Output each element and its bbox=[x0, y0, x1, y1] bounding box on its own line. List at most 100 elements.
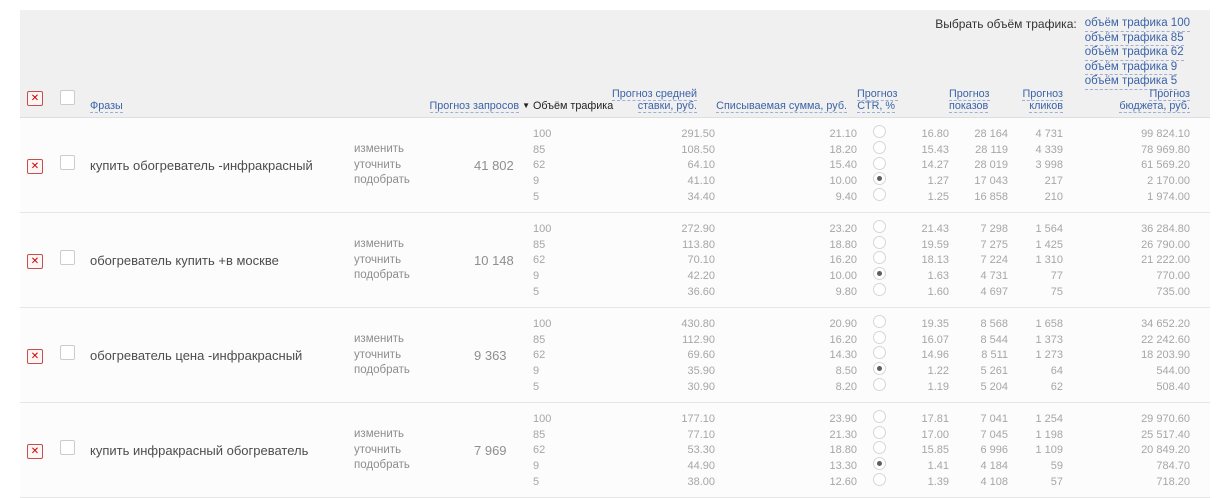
impressions-value: 7 045 bbox=[949, 429, 1008, 441]
writeoff-sum-value: 15.40 bbox=[715, 159, 857, 171]
traffic-volume-option-9[interactable]: объём трафика 9 bbox=[1085, 61, 1178, 76]
select-all-checkbox[interactable] bbox=[60, 90, 75, 105]
writeoff-sum-value: 14.30 bbox=[715, 349, 857, 361]
phrase-checkbox[interactable] bbox=[60, 345, 75, 360]
bid-select-radio[interactable] bbox=[873, 362, 886, 375]
bid-select-radio[interactable] bbox=[873, 457, 886, 470]
bid-select-radio[interactable] bbox=[873, 315, 886, 328]
budget-value: 20 849.20 bbox=[1063, 444, 1210, 456]
budget-value: 1 974.00 bbox=[1063, 191, 1210, 203]
avg-bid-value: 35.90 bbox=[612, 365, 715, 377]
phrase-checkbox[interactable] bbox=[60, 440, 75, 455]
refine-phrase-link[interactable]: уточнить bbox=[354, 443, 474, 459]
column-header-ctr[interactable]: CTR, % bbox=[857, 100, 895, 113]
avg-bid-value: 272.90 bbox=[612, 223, 715, 235]
delete-phrase-icon[interactable]: ✕ bbox=[27, 254, 43, 269]
traffic-volume-option-62[interactable]: объём трафика 62 bbox=[1085, 46, 1184, 61]
impressions-value: 7 275 bbox=[949, 239, 1008, 251]
clicks-value: 1 373 bbox=[1008, 334, 1063, 346]
ctr-value: 14.27 bbox=[901, 159, 949, 171]
avg-bid-value: 70.10 bbox=[612, 254, 715, 266]
writeoff-sum-value: 21.30 bbox=[715, 429, 857, 441]
bid-select-radio[interactable] bbox=[873, 426, 886, 439]
bid-select-radio[interactable] bbox=[873, 378, 886, 391]
traffic-volume-value: 100 bbox=[520, 223, 612, 235]
pick-phrases-link[interactable]: подобрать bbox=[354, 458, 474, 474]
traffic-volume-option-100[interactable]: объём трафика 100 bbox=[1085, 17, 1190, 32]
budget-value: 21 222.00 bbox=[1063, 254, 1210, 266]
bid-select-radio[interactable] bbox=[873, 283, 886, 296]
column-header-phrases[interactable]: Фразы bbox=[90, 100, 123, 113]
bid-select-radio[interactable] bbox=[873, 441, 886, 454]
delete-phrase-icon[interactable]: ✕ bbox=[27, 349, 43, 364]
avg-bid-value: 430.80 bbox=[612, 318, 715, 330]
refine-phrase-link[interactable]: уточнить bbox=[354, 158, 474, 174]
queries-forecast-value: 10 148 bbox=[474, 253, 520, 268]
queries-forecast-value: 41 802 bbox=[474, 158, 520, 173]
traffic-volume-value: 100 bbox=[520, 318, 612, 330]
edit-phrase-link[interactable]: изменить bbox=[354, 427, 474, 443]
traffic-volume-value: 62 bbox=[520, 444, 612, 456]
column-header-budget[interactable]: бюджета, руб. bbox=[1119, 100, 1190, 113]
phrase-text: обогреватель купить +в москве bbox=[84, 253, 354, 268]
delete-phrase-icon[interactable]: ✕ bbox=[27, 444, 43, 459]
bid-select-radio[interactable] bbox=[873, 331, 886, 344]
traffic-volume-value: 9 bbox=[520, 175, 612, 187]
bid-select-radio[interactable] bbox=[873, 236, 886, 249]
ctr-value: 1.19 bbox=[901, 381, 949, 393]
budget-value: 26 790.00 bbox=[1063, 239, 1210, 251]
clicks-value: 4 339 bbox=[1008, 144, 1063, 156]
ctr-value: 17.00 bbox=[901, 429, 949, 441]
writeoff-sum-value: 12.60 bbox=[715, 476, 857, 488]
traffic-volume-option-85[interactable]: объём трафика 85 bbox=[1085, 32, 1184, 47]
ctr-value: 1.41 bbox=[901, 460, 949, 472]
bid-select-radio[interactable] bbox=[873, 410, 886, 423]
avg-bid-value: 112.90 bbox=[612, 334, 715, 346]
column-header-clicks[interactable]: кликов bbox=[1029, 100, 1063, 113]
budget-value: 784.70 bbox=[1063, 460, 1210, 472]
writeoff-sum-value: 20.90 bbox=[715, 318, 857, 330]
refine-phrase-link[interactable]: уточнить bbox=[354, 348, 474, 364]
refine-phrase-link[interactable]: уточнить bbox=[354, 253, 474, 269]
bid-select-radio[interactable] bbox=[873, 141, 886, 154]
delete-phrase-icon[interactable]: ✕ bbox=[27, 159, 43, 174]
writeoff-sum-value: 18.80 bbox=[715, 444, 857, 456]
bid-select-radio[interactable] bbox=[873, 251, 886, 264]
impressions-value: 7 298 bbox=[949, 223, 1008, 235]
clicks-value: 217 bbox=[1008, 175, 1063, 187]
edit-phrase-link[interactable]: изменить bbox=[354, 332, 474, 348]
edit-phrase-link[interactable]: изменить bbox=[354, 237, 474, 253]
column-header-avg-bid[interactable]: ставки, руб. bbox=[638, 100, 697, 113]
column-header-impressions[interactable]: показов bbox=[949, 100, 988, 113]
bid-select-radio[interactable] bbox=[873, 473, 886, 486]
pick-phrases-link[interactable]: подобрать bbox=[354, 173, 474, 189]
bid-select-radio[interactable] bbox=[873, 125, 886, 138]
pick-phrases-link[interactable]: подобрать bbox=[354, 268, 474, 284]
ctr-value: 19.59 bbox=[901, 239, 949, 251]
avg-bid-value: 64.10 bbox=[612, 159, 715, 171]
budget-value: 2 170.00 bbox=[1063, 175, 1210, 187]
writeoff-sum-value: 18.20 bbox=[715, 144, 857, 156]
traffic-selector-links: объём трафика 100 объём трафика 85 объём… bbox=[1085, 17, 1190, 90]
avg-bid-value: 44.90 bbox=[612, 460, 715, 472]
phrase-checkbox[interactable] bbox=[60, 250, 75, 265]
bid-select-radio[interactable] bbox=[873, 157, 886, 170]
pick-phrases-link[interactable]: подобрать bbox=[354, 363, 474, 379]
impressions-value: 6 996 bbox=[949, 444, 1008, 456]
ctr-value: 1.39 bbox=[901, 476, 949, 488]
bid-select-radio[interactable] bbox=[873, 172, 886, 185]
traffic-volume-value: 85 bbox=[520, 239, 612, 251]
phrase-group: ✕ купить обогреватель -инфракрасный изме… bbox=[20, 118, 1210, 213]
impressions-value: 16 858 bbox=[949, 191, 1008, 203]
delete-all-icon[interactable]: ✕ bbox=[27, 91, 43, 106]
column-header-queries-forecast[interactable]: Прогноз запросов bbox=[430, 100, 520, 113]
bid-select-radio[interactable] bbox=[873, 188, 886, 201]
avg-bid-value: 69.60 bbox=[612, 349, 715, 361]
edit-phrase-link[interactable]: изменить bbox=[354, 142, 474, 158]
bid-select-radio[interactable] bbox=[873, 346, 886, 359]
avg-bid-value: 108.50 bbox=[612, 144, 715, 156]
phrase-checkbox[interactable] bbox=[60, 155, 75, 170]
bid-select-radio[interactable] bbox=[873, 220, 886, 233]
bid-select-radio[interactable] bbox=[873, 267, 886, 280]
column-header-writeoff-sum[interactable]: Списываемая сумма, руб. bbox=[716, 100, 847, 113]
